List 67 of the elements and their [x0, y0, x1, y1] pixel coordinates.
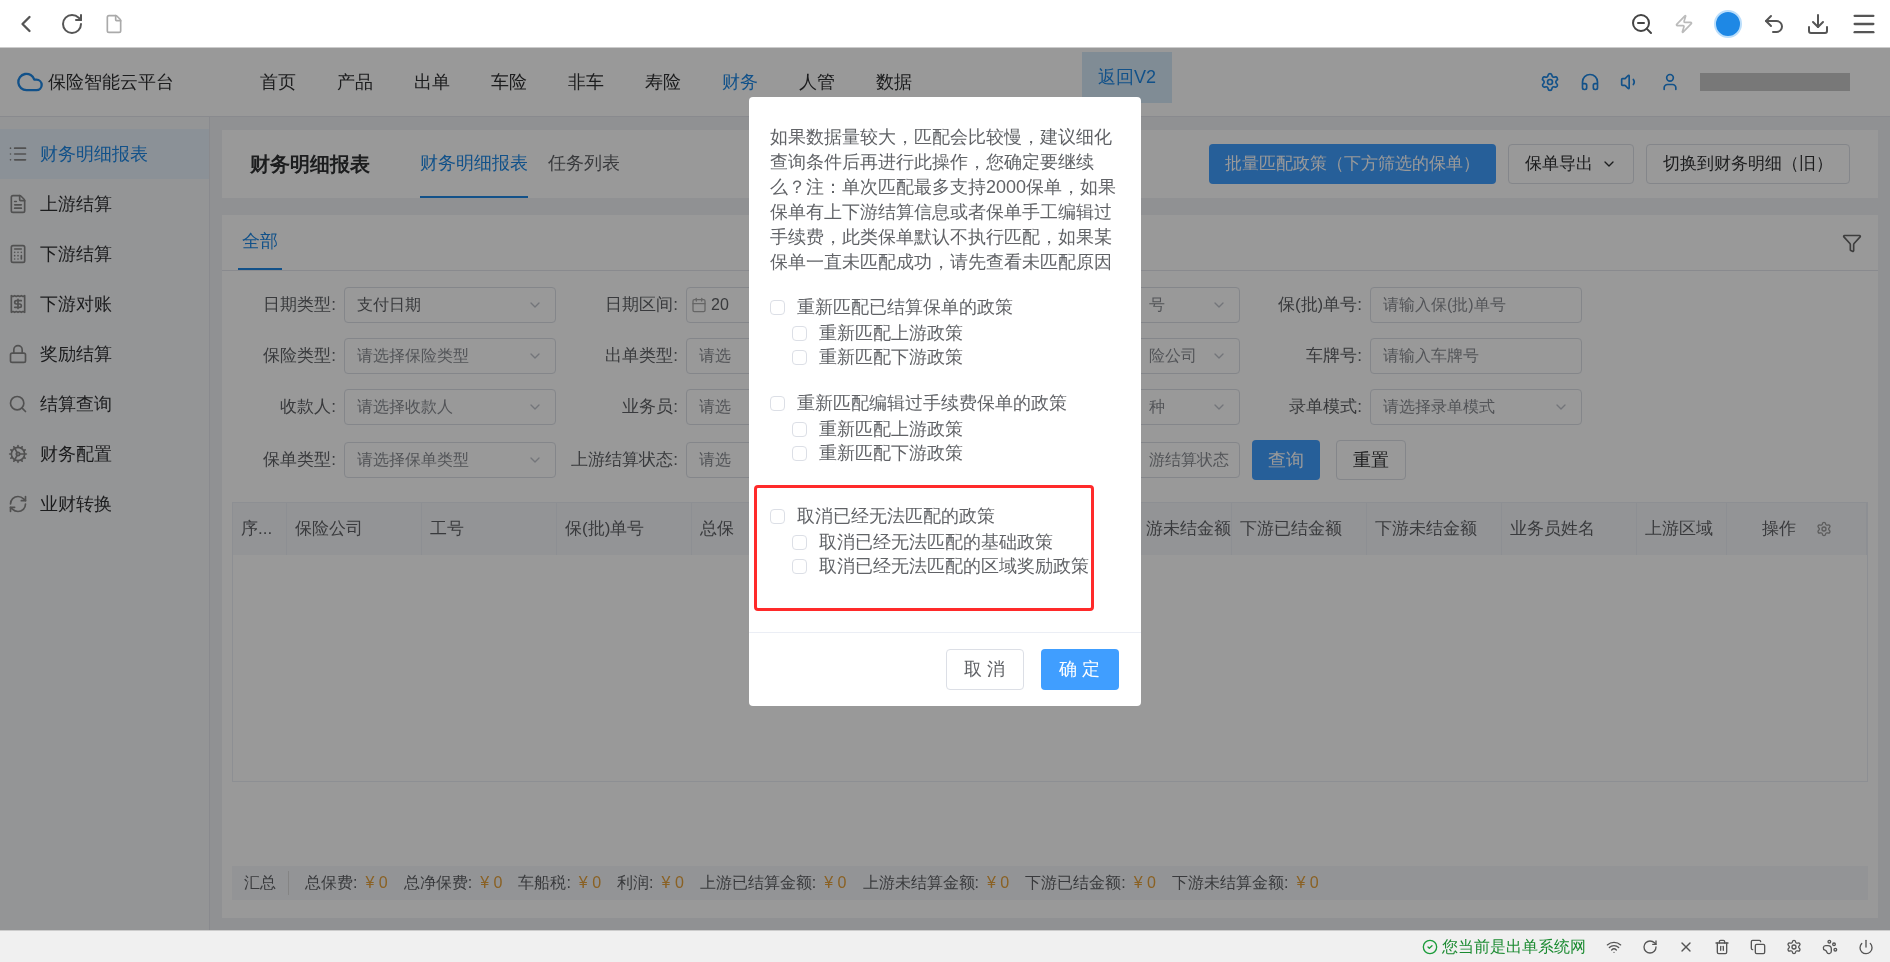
- field-label: 日期类型:: [263, 294, 336, 317]
- column-header: 工号: [430, 518, 464, 541]
- column-header: 操作: [1761, 518, 1796, 541]
- summary-item-label: 总保费:: [305, 873, 358, 893]
- field-placeholder: 请选择保单类型: [357, 450, 469, 470]
- page-title: 财务明细报表: [250, 152, 371, 177]
- field-label: 收款人:: [280, 396, 336, 419]
- summary-item-label: 利润:: [617, 873, 654, 893]
- checkbox-label: 取消已经无法匹配的基础政策: [819, 530, 1053, 554]
- checkbox-label: 取消已经无法匹配的政策: [797, 504, 995, 528]
- status-message: 您当前是出单系统网: [1442, 936, 1586, 957]
- field-label: 录单模式:: [1289, 396, 1362, 419]
- column-header: 总保: [700, 518, 734, 541]
- field-label: 出单类型:: [605, 345, 678, 368]
- field-placeholder: 请选: [699, 450, 731, 470]
- column-header: 保(批)单号: [565, 518, 645, 541]
- field-placeholder: 险公司: [1149, 346, 1197, 366]
- field-placeholder: 请选: [699, 346, 731, 366]
- summary-item-label: 车船税:: [518, 873, 571, 893]
- field-placeholder: 请选择保险类型: [357, 346, 469, 366]
- field-placeholder: 请输入保(批)单号: [1383, 295, 1506, 315]
- brand-name: 保险智能云平台: [48, 70, 175, 94]
- summary-item-label: 下游已结金额:: [1025, 873, 1126, 893]
- column-header: 下游已结金额: [1240, 518, 1342, 541]
- field-placeholder: 请选择收款人: [357, 397, 453, 417]
- field-value: 支付日期: [357, 295, 421, 315]
- summary-item-value: ¥ 0: [661, 873, 684, 893]
- checkbox-label: 重新匹配上游政策: [819, 417, 963, 441]
- checkbox-label: 重新匹配上游政策: [819, 321, 963, 345]
- summary-item-value: ¥ 0: [1133, 873, 1156, 893]
- summary-item-value: ¥ 0: [365, 873, 388, 893]
- field-placeholder: 请输入车牌号: [1383, 346, 1479, 366]
- column-header: 上游区域: [1645, 518, 1713, 541]
- column-header: 游未结金额: [1146, 518, 1231, 541]
- column-header: 业务员姓名: [1510, 518, 1595, 541]
- summary-item-value: ¥ 0: [480, 873, 503, 893]
- column-header: 下游未结金额: [1375, 518, 1477, 541]
- summary-label: 汇总: [244, 871, 289, 895]
- field-placeholder: 请选: [699, 397, 731, 417]
- summary-item-label: 总净保费:: [403, 873, 473, 893]
- summary-item-label: 下游未结算金额:: [1171, 873, 1289, 893]
- field-label: 业务员:: [622, 396, 678, 419]
- column-header: 保险公司: [295, 518, 363, 541]
- checkbox-label: 取消已经无法匹配的区域奖励政策: [819, 554, 1089, 578]
- field-label: 车牌号:: [1306, 345, 1362, 368]
- checkbox-label: 重新匹配已结算保单的政策: [797, 295, 1013, 319]
- summary-item-value: ¥ 0: [824, 873, 847, 893]
- checkbox-label: 重新匹配下游政策: [819, 441, 963, 465]
- summary-item-label: 上游已结算金额:: [699, 873, 817, 893]
- field-label: 保单类型:: [263, 449, 336, 472]
- dialog-message: 如果数据量较大，匹配会比较慢，建议细化查询条件后再进行此操作，您确定要继续么？注：单次匹配最多支持2000保单，如果保单有上下游结算信息或者保单手工编辑过手续费，此类保单默认不执行匹配，如果某保单一直未匹配成功，请先查看未匹配原因: [770, 126, 1118, 274]
- field-placeholder: 号: [1149, 295, 1165, 315]
- checkbox-label: 重新匹配编辑过手续费保单的政策: [797, 391, 1067, 415]
- summary-item-value: ¥ 0: [1296, 873, 1319, 893]
- field-value: 20: [711, 295, 729, 315]
- field-placeholder: 种: [1149, 397, 1165, 417]
- field-placeholder: 游结算状态: [1149, 450, 1229, 470]
- field-label: 保险类型:: [263, 345, 336, 368]
- summary-item-value: ¥ 0: [986, 873, 1010, 893]
- field-placeholder: 请选择录单模式: [1383, 397, 1495, 417]
- field-label: 上游结算状态:: [571, 449, 678, 472]
- checkbox-label: 重新匹配下游政策: [819, 345, 963, 369]
- summary-item-value: ¥ 0: [578, 873, 602, 893]
- field-label: 日期区间:: [605, 294, 678, 317]
- column-header: 序...: [241, 518, 273, 541]
- field-label: 保(批)单号:: [1277, 294, 1362, 317]
- summary-item-label: 上游未结算金额:: [862, 873, 979, 893]
